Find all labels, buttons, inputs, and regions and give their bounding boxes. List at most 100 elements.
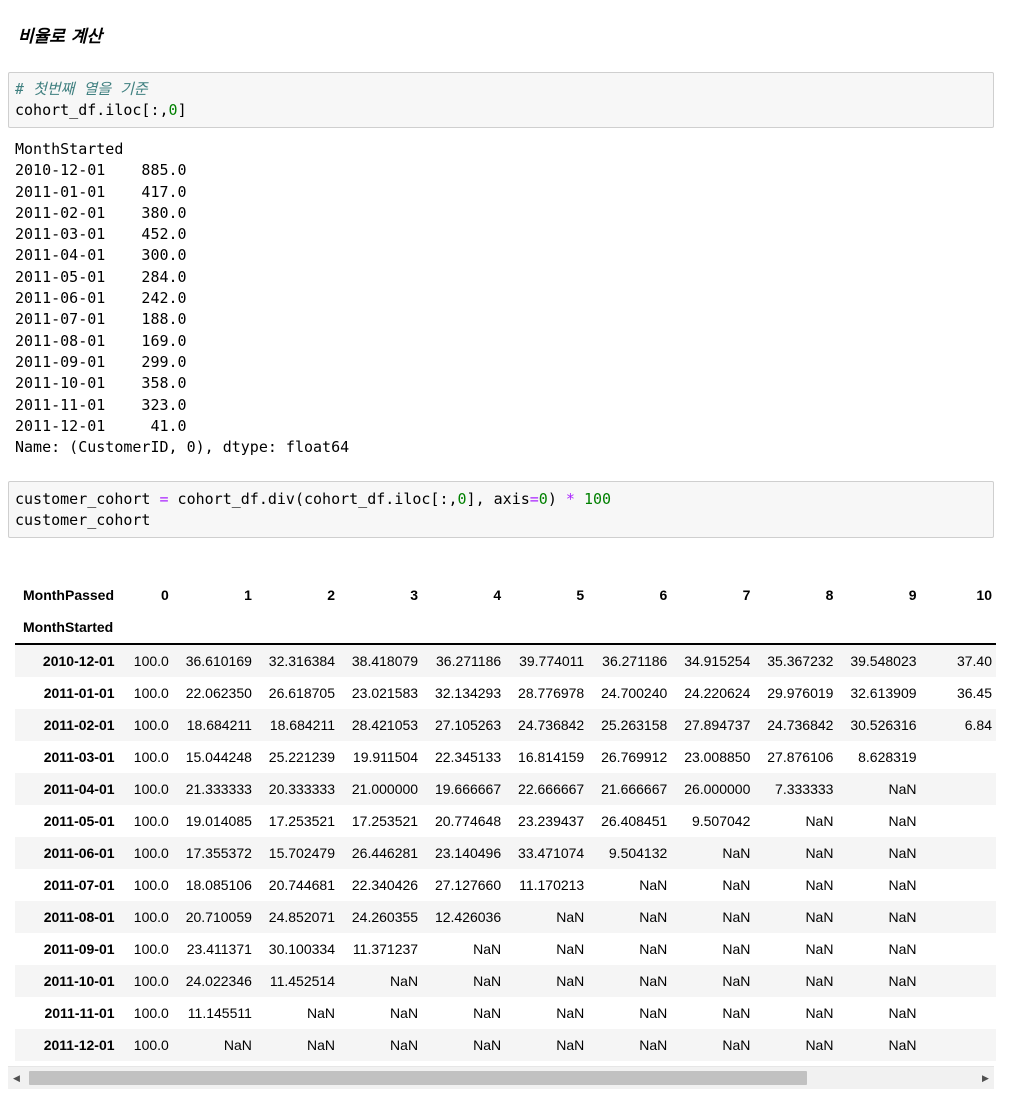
table-cell: 36.271186 [436,653,502,669]
table-cell: 100.0 [133,1005,169,1021]
code-number: 100 [583,490,612,508]
table-cell: 19.666667 [434,781,502,797]
table-cell: NaN [556,973,585,989]
series-row: 2011-10-01 358.0 [15,374,187,393]
table-cell: NaN [805,813,834,829]
table-cell: NaN [805,909,834,925]
table-cell: NaN [805,1037,834,1053]
table-cell: NaN [223,1037,252,1053]
series-row: 2011-08-01 169.0 [15,331,187,350]
columns-name: MonthPassed [23,587,115,603]
row-index: 2011-06-01 [43,845,115,861]
table-cell [921,901,996,933]
table-cell: 24.700240 [601,685,668,701]
series-row: 2011-03-01 452.0 [15,225,187,244]
table-cell: NaN [722,973,751,989]
table-cell: NaN [639,941,668,957]
table-cell: 100.0 [133,973,169,989]
table-cell: 22.340426 [351,877,419,893]
table-cell: 26.408451 [601,813,668,829]
code-text: ] [177,101,187,119]
row-index: 2011-07-01 [43,877,115,893]
table-cell: 20.710059 [185,909,252,925]
table-cell [921,869,996,901]
table-cell: 23.239437 [518,813,585,829]
dataframe-body: 2010-12-01 100.0 36.610169 32.316384 38.4180… [15,644,996,1061]
table-cell: 29.976019 [767,685,834,701]
table-cell: 100.0 [133,813,169,829]
table-cell: NaN [639,973,668,989]
arrow-right-icon[interactable]: ▶ [977,1067,994,1089]
table-cell [921,773,996,805]
series-footer: Name: (CustomerID, 0), dtype: float64 [15,438,350,457]
table-cell: 22.062350 [185,685,252,701]
code-operator: = [529,490,539,508]
table-cell: NaN [722,845,751,861]
table-cell: 18.085106 [185,877,252,893]
table-cell: 100.0 [133,1037,169,1053]
row-index: 2011-11-01 [44,1005,115,1021]
table-cell: 37.40 [956,653,992,669]
table-cell: 15.044248 [185,749,252,765]
table-cell: 24.736842 [518,717,585,733]
table-row: 2011-02-01 100.0 18.684211 18.684211 28.4210… [15,709,996,741]
series-row: 2010-12-01 885.0 [15,161,187,180]
table-cell: 17.253521 [268,813,335,829]
table-cell: NaN [888,1037,917,1053]
table-cell: 18.684211 [269,717,335,733]
table-row: 2011-03-01 100.0 15.044248 25.221239 19.9115… [15,741,996,773]
table-cell: NaN [556,1037,585,1053]
table-cell: 15.702479 [268,845,335,861]
table-cell: NaN [473,1005,502,1021]
table-cell: NaN [888,909,917,925]
table-cell: NaN [805,973,834,989]
scrollbar-thumb[interactable] [29,1071,807,1085]
table-cell: 25.263158 [601,717,668,733]
table-cell: 19.911504 [352,749,419,765]
row-index: 2011-01-01 [43,685,115,701]
code-text: customer_cohort [15,490,160,508]
table-cell [921,837,996,869]
code-operator: * [565,490,575,508]
table-cell: 100.0 [133,749,169,765]
table-cell [921,805,996,837]
arrow-left-icon[interactable]: ◀ [8,1067,25,1089]
table-cell: 12.426036 [434,909,502,925]
table-cell: 21.666667 [601,781,668,797]
series-row: 2011-09-01 299.0 [15,352,187,371]
table-cell: 16.814159 [518,749,585,765]
section-heading: 비율로 계산 [18,27,103,47]
table-cell: 11.452514 [269,973,335,989]
code-comment: # 첫번째 열을 기준 [15,80,148,98]
row-index: 2011-09-01 [43,941,115,957]
table-cell: 32.316384 [268,653,335,669]
code-text: customer_cohort [15,511,151,529]
table-cell: 33.471074 [518,845,585,861]
code-cell-cohort[interactable]: customer_cohort = cohort_df.div(cohort_d… [8,481,994,538]
code-line-iloc: cohort_df.iloc[:,0] [9,100,993,121]
column-header-row: MonthPassed 0 1 2 3 4 5 6 7 8 9 10 [15,579,996,611]
table-cell: 100.0 [133,845,169,861]
table-row: 2011-01-01 100.0 22.062350 26.618705 23.0215… [15,677,996,709]
table-cell: NaN [805,845,834,861]
table-row: 2011-07-01 100.0 18.085106 20.744681 22.3404… [15,869,996,901]
table-cell: NaN [722,909,751,925]
row-index: 2011-03-01 [43,749,115,765]
table-cell: NaN [639,909,668,925]
table-cell: 26.000000 [684,781,751,797]
row-index: 2011-08-01 [43,909,115,925]
dataframe-output[interactable]: MonthPassed 0 1 2 3 4 5 6 7 8 9 10 MonthStarted 20… [15,579,996,1061]
code-cell-iloc[interactable]: # 첫번째 열을 기준 cohort_df.iloc[:,0] [8,72,994,128]
table-cell: NaN [639,877,668,893]
series-row: 2011-11-01 323.0 [15,395,187,414]
table-cell: 24.220624 [684,685,751,701]
table-cell: NaN [805,877,834,893]
code-text: cohort_df.div(cohort_df.iloc[:, [168,490,458,508]
table-cell: 7.333333 [775,781,834,797]
table-cell: 26.618705 [268,685,335,701]
table-cell: NaN [473,1037,502,1053]
table-cell: 11.145511 [187,1005,252,1021]
table-cell: NaN [639,1005,668,1021]
horizontal-scrollbar[interactable]: ◀ ▶ [8,1066,994,1089]
table-cell: 38.418079 [351,653,419,669]
